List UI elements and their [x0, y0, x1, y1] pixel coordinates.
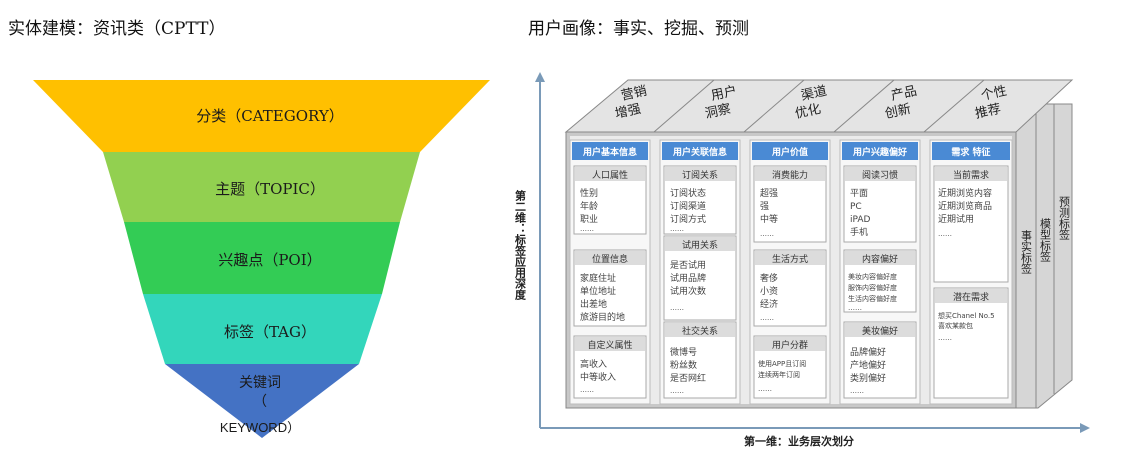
section-title: 试用关系	[682, 239, 718, 251]
y-axis-label: 第二维：标签应用深度	[514, 189, 528, 301]
section-item: 试用次数	[670, 285, 706, 297]
funnel-label-tag: 标签（TAG）	[224, 323, 316, 341]
section-item: 是否试用	[670, 259, 706, 271]
section-item: 是否网红	[670, 372, 706, 384]
section-item: 旅游目的地	[580, 311, 625, 323]
section-title: 内容偏好	[862, 253, 898, 265]
column-header-basic-info: 用户基本信息	[582, 146, 637, 158]
column-header-needs: 需求 特征	[951, 146, 990, 158]
section-title: 人口属性	[592, 169, 628, 181]
section-item: 生活内容偏好度	[848, 294, 897, 303]
section-item: ……	[760, 230, 774, 238]
x-axis-arrow	[1080, 423, 1090, 433]
section-item: 使用APP且订阅	[758, 359, 806, 368]
x-axis-label: 第一维：业务层次划分	[744, 434, 854, 448]
section-item: 出差地	[580, 298, 607, 310]
funnel-label-category: 分类（CATEGORY）	[196, 107, 344, 125]
funnel-label-keyword-line2: （	[253, 394, 267, 410]
section-item: 家庭住址	[580, 272, 616, 284]
section-item: 喜欢某款包	[938, 321, 973, 330]
section-title: 自定义属性	[587, 339, 632, 351]
section-item: ……	[670, 304, 684, 312]
section-item: 平面	[850, 188, 868, 199]
section-item: 中等收入	[580, 371, 616, 383]
section-item: ……	[760, 314, 774, 322]
section-item: 连续两年订阅	[758, 370, 800, 379]
section-item: 经济	[760, 298, 778, 310]
funnel-label-topic: 主题（TOPIC）	[215, 180, 325, 198]
section-item: 近期浏览商品	[938, 200, 992, 212]
section-title: 当前需求	[953, 169, 989, 181]
section-item: 订阅方式	[670, 213, 706, 225]
section-item: ……	[938, 334, 952, 342]
section-item: ……	[848, 304, 862, 312]
section-item: 手机	[850, 226, 868, 238]
section-item: 美妆内容偏好度	[848, 272, 897, 281]
section-title: 用户分群	[772, 339, 808, 351]
section-item: 职业	[580, 214, 598, 225]
column-header-relation-info: 用户关联信息	[672, 146, 727, 158]
section-title: 消费能力	[772, 169, 808, 181]
section-item: 粉丝数	[670, 359, 697, 371]
column-header-user-value: 用户价值	[771, 146, 808, 158]
section-item: 中等	[760, 213, 778, 225]
section-item: 单位地址	[580, 285, 616, 297]
section-item: 想买Chanel No.5	[938, 311, 995, 320]
section-item: iPAD	[850, 215, 871, 225]
section-item: 品牌偏好	[850, 346, 886, 358]
section-item: 订阅状态	[670, 187, 706, 199]
side-label-model: 模型标签	[1039, 218, 1052, 262]
section-item: ……	[580, 225, 594, 233]
section-item: 近期试用	[938, 213, 974, 225]
funnel-label-poi: 兴趣点（POI）	[218, 251, 322, 269]
section-item: 服饰内容偏好度	[848, 283, 897, 292]
user-profile-cube-diagram: 营销 增强 用户 洞察 渠道 优化 产品 创新 个性 推荐 用户基本信息 用户关…	[514, 72, 1090, 448]
section-item: ……	[938, 230, 952, 238]
section-title: 潜在需求	[953, 291, 989, 303]
section-item: ……	[580, 386, 594, 394]
section-item: 强	[760, 201, 769, 212]
section-item: ……	[670, 387, 684, 395]
section-item: 近期浏览内容	[938, 187, 992, 199]
section-title: 生活方式	[772, 253, 808, 265]
section-title: 美妆偏好	[862, 325, 898, 337]
section-item: 小资	[760, 286, 778, 297]
section-item: ……	[670, 225, 684, 233]
section-item: 产地偏好	[850, 359, 886, 371]
section-item: 高收入	[580, 358, 607, 370]
funnel-label-keyword-line3: KEYWORD）	[219, 420, 301, 435]
section-item: 微博号	[670, 346, 697, 358]
section-item: 试用品牌	[670, 272, 706, 284]
section-item: 超强	[760, 187, 778, 199]
section-item: 类别偏好	[850, 372, 886, 384]
column-header-interest: 用户兴趣偏好	[852, 146, 907, 158]
section-item: ……	[758, 385, 772, 393]
section-item: 性别	[580, 187, 598, 199]
section-title: 阅读习惯	[862, 169, 898, 181]
section-item: PC	[850, 202, 862, 212]
section-item: 奢侈	[760, 272, 778, 284]
section-item: 订阅渠道	[670, 200, 706, 212]
funnel-label-keyword-line1: 关键词	[239, 375, 281, 391]
side-label-fact: 事实标签	[1020, 230, 1033, 274]
side-label-predict: 预测标签	[1058, 196, 1071, 240]
section-title: 社交关系	[682, 325, 718, 337]
section-title: 位置信息	[592, 253, 628, 265]
section-title: 订阅关系	[682, 169, 718, 181]
section-item: 年龄	[580, 200, 598, 212]
section-item: ……	[850, 387, 864, 395]
y-axis-arrow	[535, 72, 545, 82]
